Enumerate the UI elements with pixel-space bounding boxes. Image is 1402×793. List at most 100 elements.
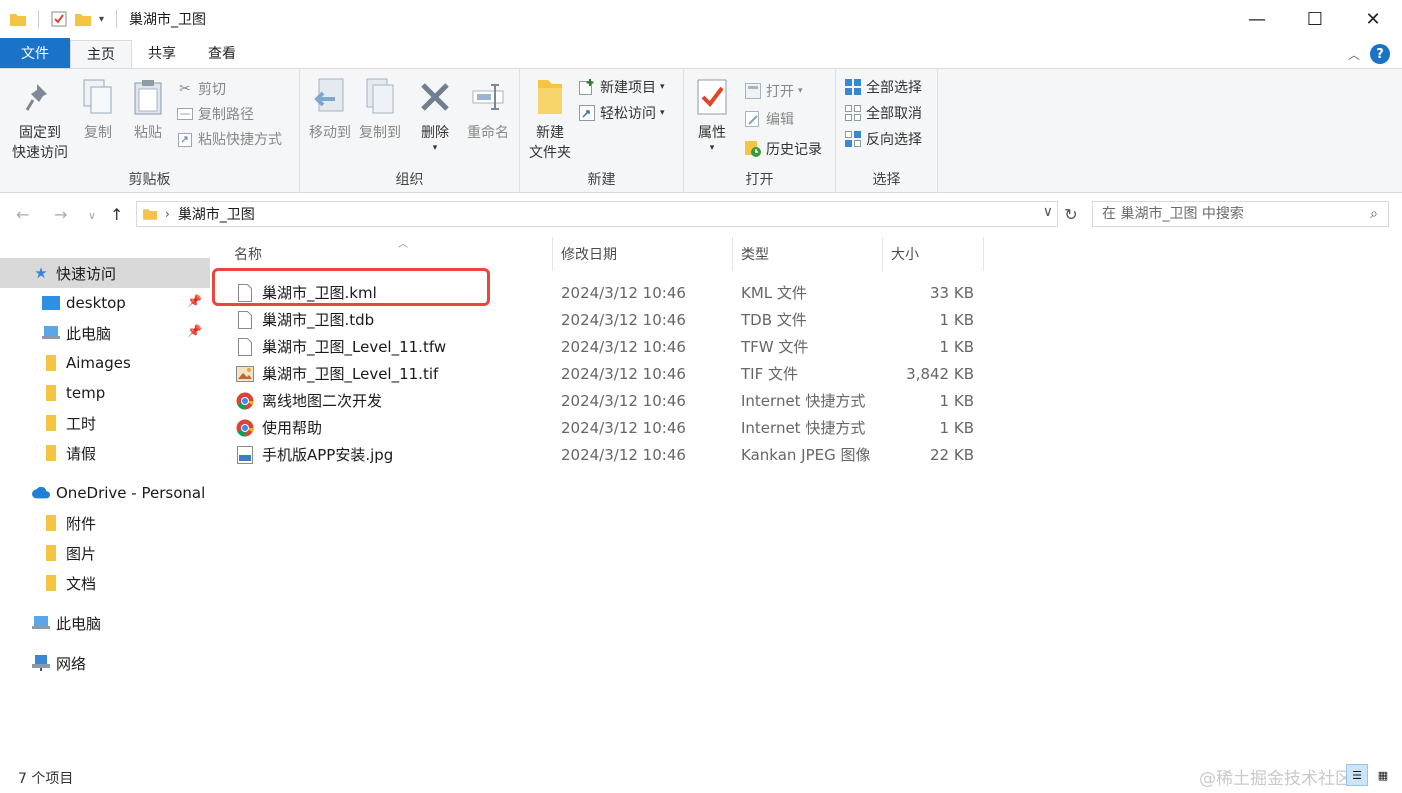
sidebar-item-attachments[interactable]: 附件 [0,508,210,538]
edit-pencil-icon [744,110,762,128]
properties-chevron-icon[interactable]: ▾ [710,143,715,153]
chrome-icon [236,418,254,438]
large-icons-view-icon[interactable]: ▦ [1372,764,1394,786]
pin-to-quick-access-button[interactable]: 固定到 快速访问 [8,77,72,163]
new-folder-icon[interactable] [75,13,91,26]
search-box[interactable]: ⌕ [1092,201,1389,227]
sidebar-item-documents[interactable]: 文档 [0,568,210,598]
folder-icon [42,514,60,532]
search-input[interactable] [1102,206,1352,222]
tab-home[interactable]: 主页 [70,40,132,68]
search-icon[interactable]: ⌕ [1370,206,1378,222]
file-name-cell[interactable]: 巢湖市_卫图.tdb [236,306,374,333]
sidebar-item-this-pc[interactable]: 此电脑 [0,608,210,638]
file-row[interactable]: 使用帮助 2024/3/12 10:46 Internet 快捷方式 1 KB [226,414,996,441]
file-size: 22 KB [930,445,974,464]
paste-button[interactable]: 粘贴 [128,77,168,143]
ribbon-group-label-open: 打开 [745,172,774,188]
invert-selection-button[interactable]: 反向选择 [844,127,922,151]
details-view-icon[interactable]: ☰ [1346,764,1368,786]
sidebar-item-this-pc-pinned[interactable]: 此电脑 📌 [0,318,210,348]
sidebar-item-label: 请假 [66,444,97,463]
pin-icon [23,77,57,117]
pin-label-line2: 快速访问 [12,145,68,161]
file-row[interactable]: 巢湖市_卫图_Level_11.tfw 2024/3/12 10:46 TFW … [226,333,996,360]
copy-to-button[interactable]: 复制到 [356,77,404,143]
select-none-button[interactable]: 全部取消 [844,101,922,125]
paste-shortcut-label: 粘贴快捷方式 [198,132,282,148]
window-controls: — ☐ ✕ [1228,0,1402,38]
file-row[interactable]: 巢湖市_卫图_Level_11.tif 2024/3/12 10:46 TIF … [226,360,996,387]
invert-selection-icon [844,130,862,148]
edit-button[interactable]: 编辑 [744,107,794,131]
sidebar-item-worktime[interactable]: 工时 [0,408,210,438]
pin-icon[interactable]: 📌 [187,324,202,338]
sidebar-item-onedrive[interactable]: OneDrive - Personal [0,478,210,508]
file-name-cell[interactable]: 使用帮助 [236,414,322,441]
rename-button[interactable]: 重命名 [464,77,512,143]
address-bar[interactable]: › 巢湖市_卫图 ∨ [136,201,1058,227]
cut-button[interactable]: ✂ 剪切 [176,77,226,101]
sidebar-item-desktop[interactable]: desktop 📌 [0,288,210,318]
file-name-cell[interactable]: 离线地图二次开发 [236,387,382,414]
history-button[interactable]: 历史记录 [744,137,822,161]
tab-share[interactable]: 共享 [132,38,192,68]
select-all-button[interactable]: 全部选择 [844,75,922,99]
properties-check-icon[interactable] [51,11,67,27]
file-row[interactable]: 巢湖市_卫图.tdb 2024/3/12 10:46 TDB 文件 1 KB [226,306,996,333]
up-arrow-icon[interactable]: ↑ [110,205,123,224]
column-header-size[interactable]: 大小 [883,237,984,271]
sidebar-item-quick-access[interactable]: ★ 快速访问 [0,258,210,288]
file-name: 巢湖市_卫图.tdb [262,311,375,329]
recent-locations-chevron-icon[interactable]: ∨ [88,209,96,222]
forward-arrow-icon[interactable]: → [54,205,67,224]
copy-path-button[interactable]: 复制路径 [176,102,254,126]
maximize-button[interactable]: ☐ [1286,0,1344,38]
new-folder-button[interactable]: 新建 文件夹 [526,77,574,163]
new-folder-label-line2: 文件夹 [529,145,571,161]
new-item-button[interactable]: 新建项目 ▾ [578,75,665,99]
breadcrumb-current-folder[interactable]: 巢湖市_卫图 [178,204,255,224]
delete-button[interactable]: 删除 ▾ [418,77,452,153]
minimize-button[interactable]: — [1228,0,1286,38]
column-header-type[interactable]: 类型 [733,237,883,271]
navigation-bar: ← → ∨ ↑ › 巢湖市_卫图 ∨ ↻ ⌕ [0,193,1402,237]
folder-icon [42,384,60,402]
file-name-cell[interactable]: 巢湖市_卫图_Level_11.tif [236,360,438,387]
column-header-name[interactable]: 名称 ︿ [226,237,553,271]
file-name: 使用帮助 [262,419,323,437]
navigation-pane: ★ 快速访问 desktop 📌 此电脑 📌 Aimages temp 工时 请… [0,237,212,757]
pin-icon[interactable]: 📌 [187,294,202,308]
file-row[interactable]: 手机版APP安装.jpg 2024/3/12 10:46 Kankan JPEG… [226,441,996,468]
breadcrumb-separator-icon[interactable]: › [165,207,170,221]
status-item-count: 7 个项目 [18,771,74,787]
file-name-cell[interactable]: 手机版APP安装.jpg [236,441,393,468]
file-row[interactable]: 离线地图二次开发 2024/3/12 10:46 Internet 快捷方式 1… [226,387,996,414]
tab-view[interactable]: 查看 [192,38,252,68]
back-arrow-icon[interactable]: ← [16,205,29,224]
file-name-cell[interactable]: 巢湖市_卫图_Level_11.tfw [236,333,446,360]
close-button[interactable]: ✕ [1344,0,1402,38]
sidebar-item-leave[interactable]: 请假 [0,438,210,468]
open-label: 打开 [766,84,794,100]
sidebar-item-pictures[interactable]: 图片 [0,538,210,568]
file-type: TDB 文件 [741,311,807,329]
refresh-icon[interactable]: ↻ [1060,202,1082,226]
customize-toolbar-chevron-icon[interactable]: ▾ [99,14,104,25]
sidebar-item-aimages[interactable]: Aimages [0,348,210,378]
column-header-modified[interactable]: 修改日期 [553,237,733,271]
easy-access-button[interactable]: 轻松访问 ▾ [578,101,665,125]
tab-file[interactable]: 文件 [0,38,70,68]
copy-button[interactable]: 复制 [78,77,118,143]
paste-shortcut-button[interactable]: 粘贴快捷方式 [176,127,282,151]
sidebar-item-network[interactable]: 网络 [0,648,210,678]
collapse-ribbon-chevron-icon[interactable]: ︿ [1348,46,1360,63]
copy-label: 复制 [84,125,112,141]
address-history-chevron-icon[interactable]: ∨ [1043,204,1053,220]
help-icon[interactable]: ? [1370,44,1390,64]
properties-button[interactable]: 属性 ▾ [692,77,732,153]
move-to-button[interactable]: 移动到 [306,77,354,143]
sidebar-item-temp[interactable]: temp [0,378,210,408]
open-button[interactable]: 打开 ▾ [744,79,803,103]
delete-chevron-icon[interactable]: ▾ [433,143,438,153]
